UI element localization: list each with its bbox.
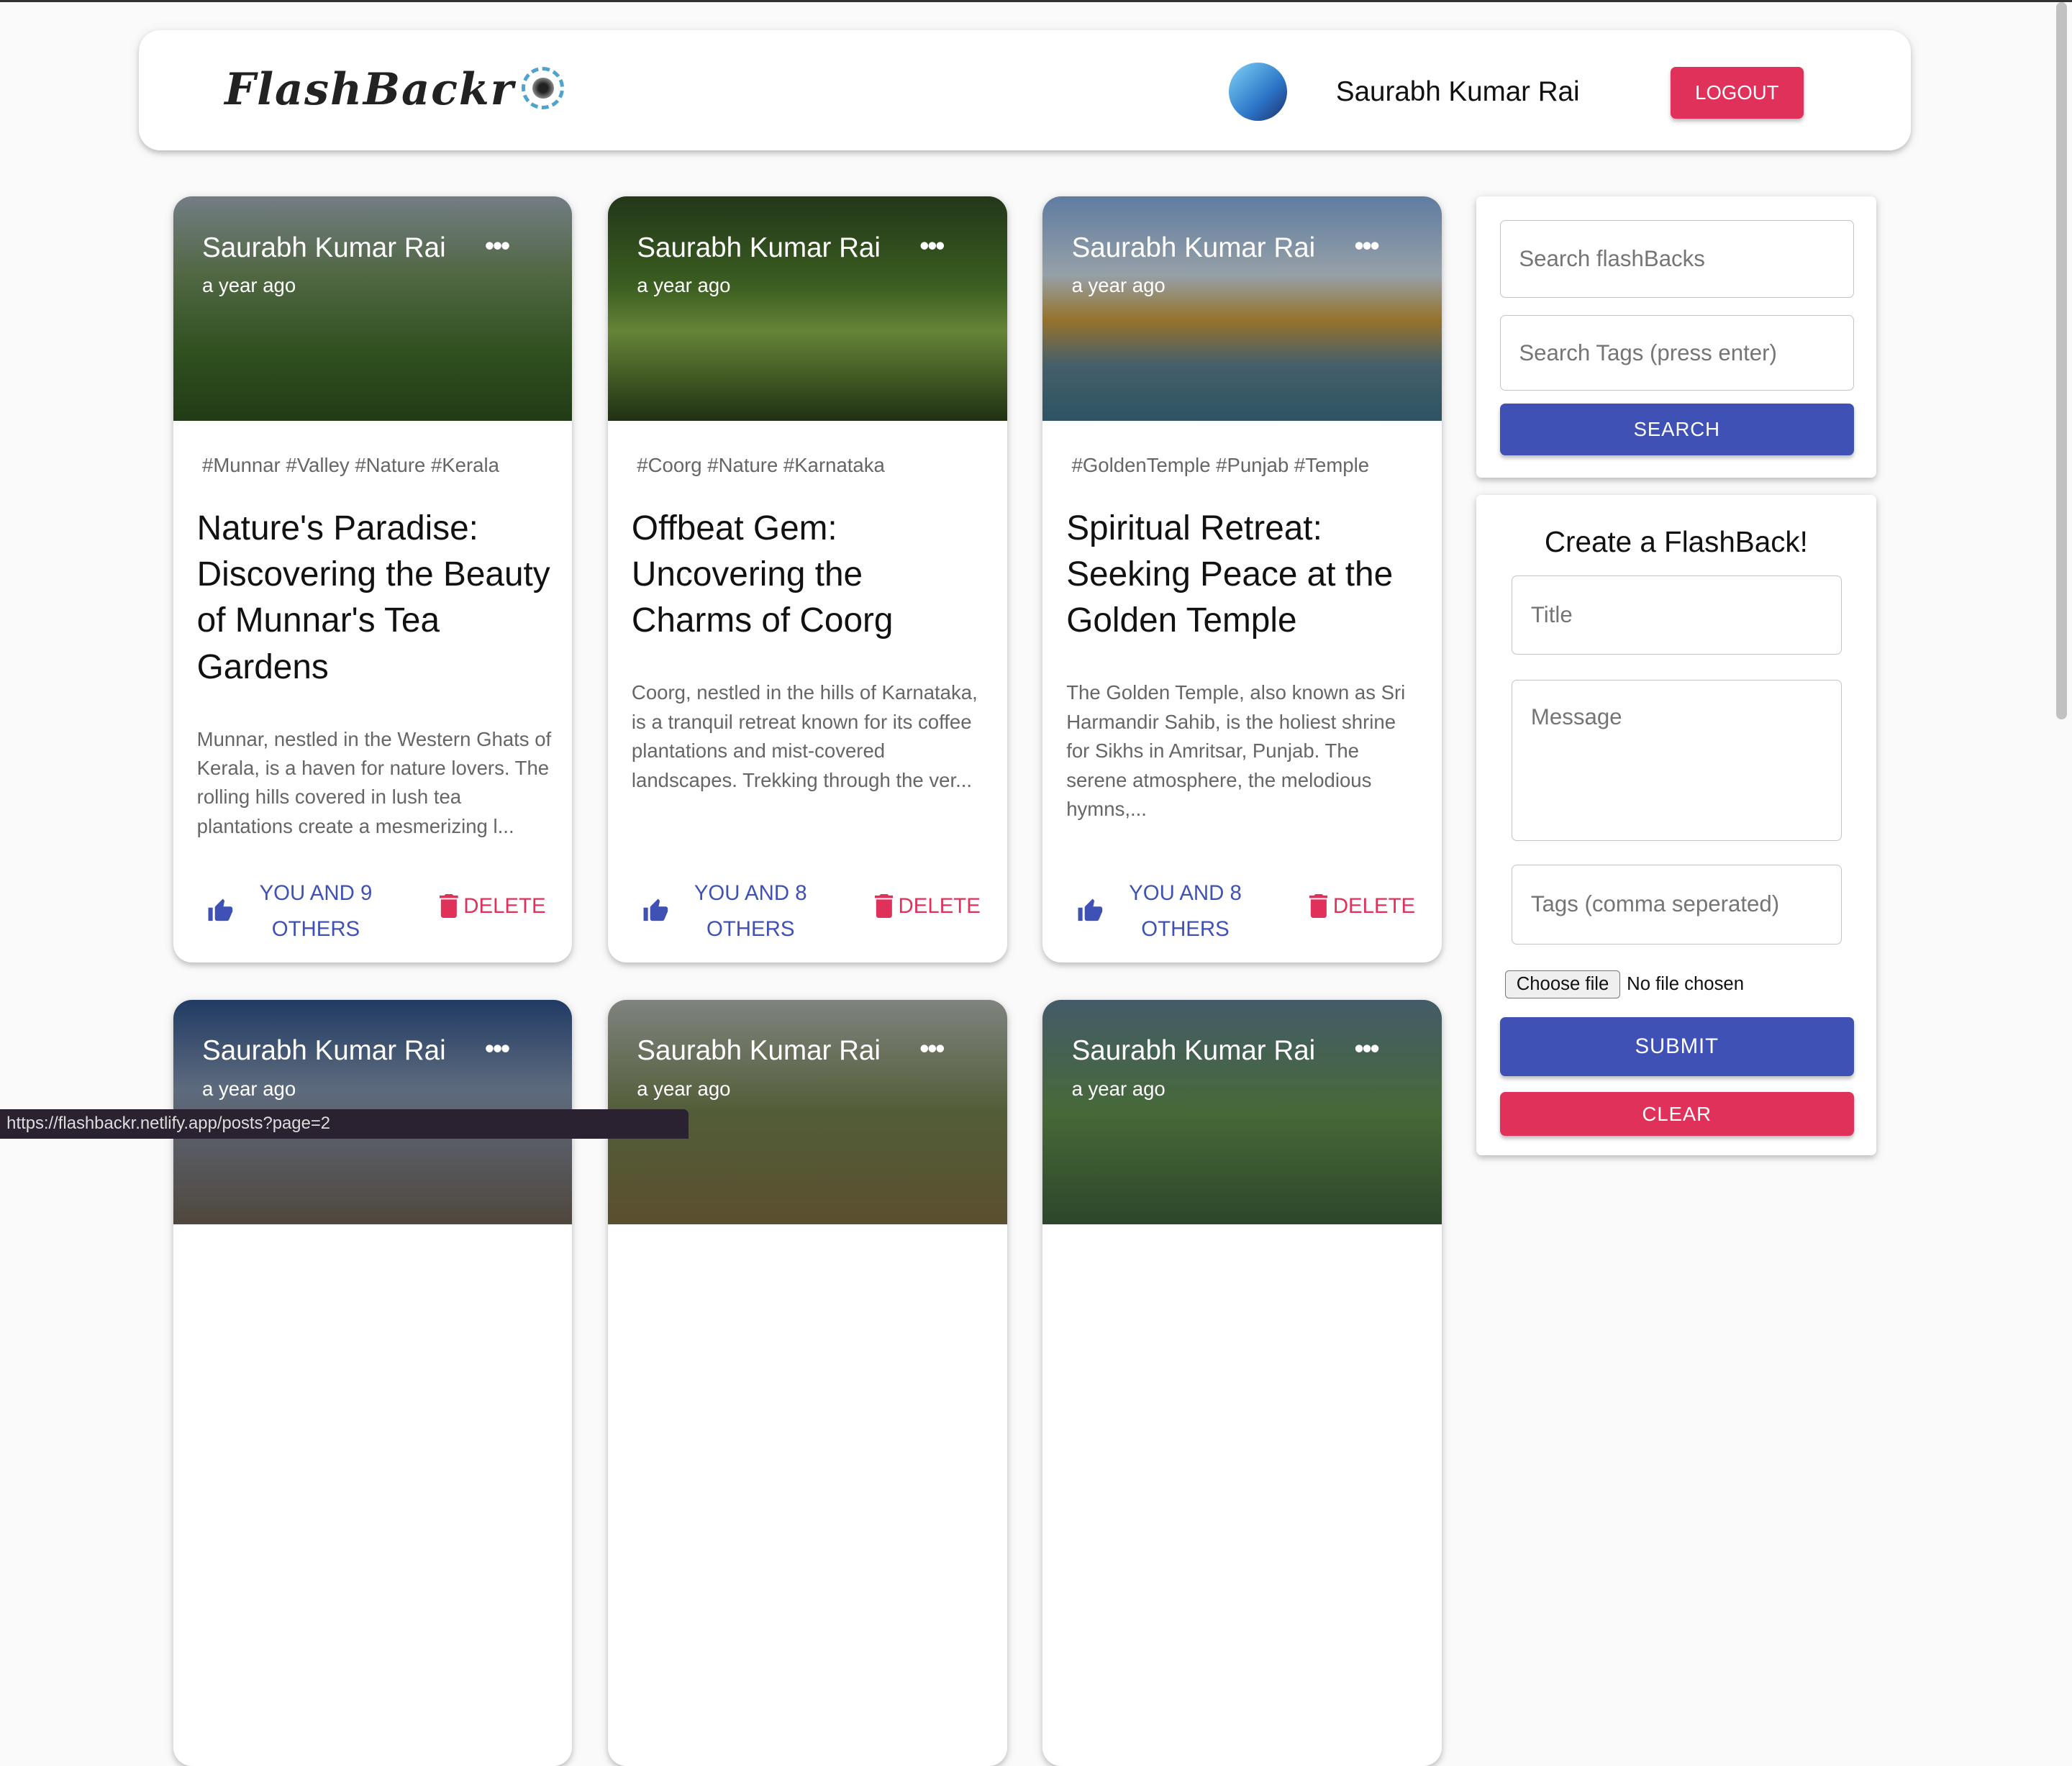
search-button[interactable]: SEARCH xyxy=(1499,404,1854,455)
clear-button[interactable]: CLEAR xyxy=(1499,1092,1854,1136)
delete-label: DELETE xyxy=(898,893,981,918)
search-input[interactable] xyxy=(1499,220,1854,299)
post-title: Offbeat Gem: Uncovering the Charms of Co… xyxy=(631,509,894,640)
post-message: Munnar, nestled in the Western Ghats of … xyxy=(196,727,552,837)
post-card[interactable]: Saurabh Kumar Rai a year ago ••• xyxy=(1042,999,1442,1766)
post-image xyxy=(1042,196,1442,422)
more-options-icon[interactable]: ••• xyxy=(919,1034,945,1064)
post-card[interactable]: Saurabh Kumar Rai a year ago ••• #Coorg #… xyxy=(607,196,1007,963)
like-button[interactable]: YOU AND 8 OTHERS xyxy=(1077,875,1257,947)
post-time: a year ago xyxy=(637,274,731,297)
delete-button[interactable]: DELETE xyxy=(1309,894,1415,919)
more-options-icon[interactable]: ••• xyxy=(1355,231,1380,261)
avatar xyxy=(1229,63,1287,122)
post-tags: #GoldenTemple #Punjab #Temple xyxy=(1071,454,1370,477)
delete-label: DELETE xyxy=(463,893,546,918)
post-message: Coorg, nestled in the hills of Karnataka… xyxy=(631,681,978,791)
post-title: Nature's Paradise: Discovering the Beaut… xyxy=(196,509,550,686)
tags-field[interactable] xyxy=(1512,865,1842,945)
file-status: No file chosen xyxy=(1627,973,1745,994)
message-field[interactable] xyxy=(1512,680,1842,842)
logout-button[interactable]: LOGOUT xyxy=(1670,66,1804,119)
submit-button[interactable]: SUBMIT xyxy=(1499,1016,1854,1077)
more-options-icon[interactable]: ••• xyxy=(485,1034,510,1064)
post-card[interactable]: Saurabh Kumar Rai a year ago ••• #Munnar … xyxy=(173,196,573,963)
trash-icon xyxy=(1309,894,1328,919)
post-time: a year ago xyxy=(1071,274,1166,297)
like-count: YOU AND 8 OTHERS xyxy=(1129,881,1242,941)
like-count: YOU AND 8 OTHERS xyxy=(694,881,807,941)
search-tags-input[interactable] xyxy=(1499,315,1854,391)
delete-button[interactable]: DELETE xyxy=(440,893,546,919)
logo[interactable]: FlashBackr xyxy=(224,64,514,115)
form-heading: Create a FlashBack! xyxy=(1544,525,1808,559)
post-tags: #Munnar #Valley #Nature #Kerala xyxy=(202,454,499,477)
post-message: The Golden Temple, also known as Sri Har… xyxy=(1066,681,1406,820)
post-author: Saurabh Kumar Rai xyxy=(1071,232,1316,263)
post-image xyxy=(173,196,573,422)
file-input[interactable]: Choose file No file chosen xyxy=(1505,970,1744,998)
like-count: YOU AND 9 OTHERS xyxy=(259,881,373,941)
thumb-up-icon xyxy=(1078,898,1103,921)
post-tags: #Coorg #Nature #Karnataka xyxy=(637,454,885,477)
camera-logo-icon xyxy=(522,66,565,109)
delete-button[interactable]: DELETE xyxy=(874,893,981,919)
trash-icon xyxy=(440,894,458,919)
user-name: Saurabh Kumar Rai xyxy=(1335,76,1580,107)
more-options-icon[interactable]: ••• xyxy=(919,231,945,261)
trash-icon xyxy=(874,894,894,919)
post-time: a year ago xyxy=(637,1078,731,1101)
like-button[interactable]: YOU AND 8 OTHERS xyxy=(642,875,822,947)
thumb-up-icon xyxy=(643,898,668,921)
thumb-up-icon xyxy=(208,898,233,921)
more-options-icon[interactable]: ••• xyxy=(1355,1034,1380,1064)
create-form: Create a FlashBack! Choose file No file … xyxy=(1476,495,1877,1156)
post-title: Spiritual Retreat: Seeking Peace at the … xyxy=(1066,509,1394,640)
scrollbar[interactable] xyxy=(2055,2,2067,720)
app-bar: FlashBackr Saurabh Kumar Rai LOGOUT xyxy=(138,29,1911,150)
post-card[interactable]: Saurabh Kumar Rai a year ago ••• #GoldenT… xyxy=(1042,196,1442,963)
post-time: a year ago xyxy=(202,274,296,297)
post-author: Saurabh Kumar Rai xyxy=(637,232,881,263)
status-bar-url: https://flashbackr.netlify.app/posts?pag… xyxy=(0,1109,689,1139)
post-image xyxy=(607,196,1007,422)
post-author: Saurabh Kumar Rai xyxy=(1071,1035,1316,1067)
more-options-icon[interactable]: ••• xyxy=(485,231,510,261)
post-author: Saurabh Kumar Rai xyxy=(202,232,446,263)
title-field[interactable] xyxy=(1512,575,1842,655)
delete-label: DELETE xyxy=(1332,893,1416,918)
post-author: Saurabh Kumar Rai xyxy=(202,1035,446,1067)
search-panel: SEARCH xyxy=(1476,196,1877,478)
like-button[interactable]: YOU AND 9 OTHERS xyxy=(207,875,387,947)
choose-file-button[interactable]: Choose file xyxy=(1505,970,1620,998)
post-time: a year ago xyxy=(202,1078,296,1101)
post-image xyxy=(1042,999,1442,1224)
post-author: Saurabh Kumar Rai xyxy=(637,1035,881,1067)
post-time: a year ago xyxy=(1071,1078,1166,1101)
